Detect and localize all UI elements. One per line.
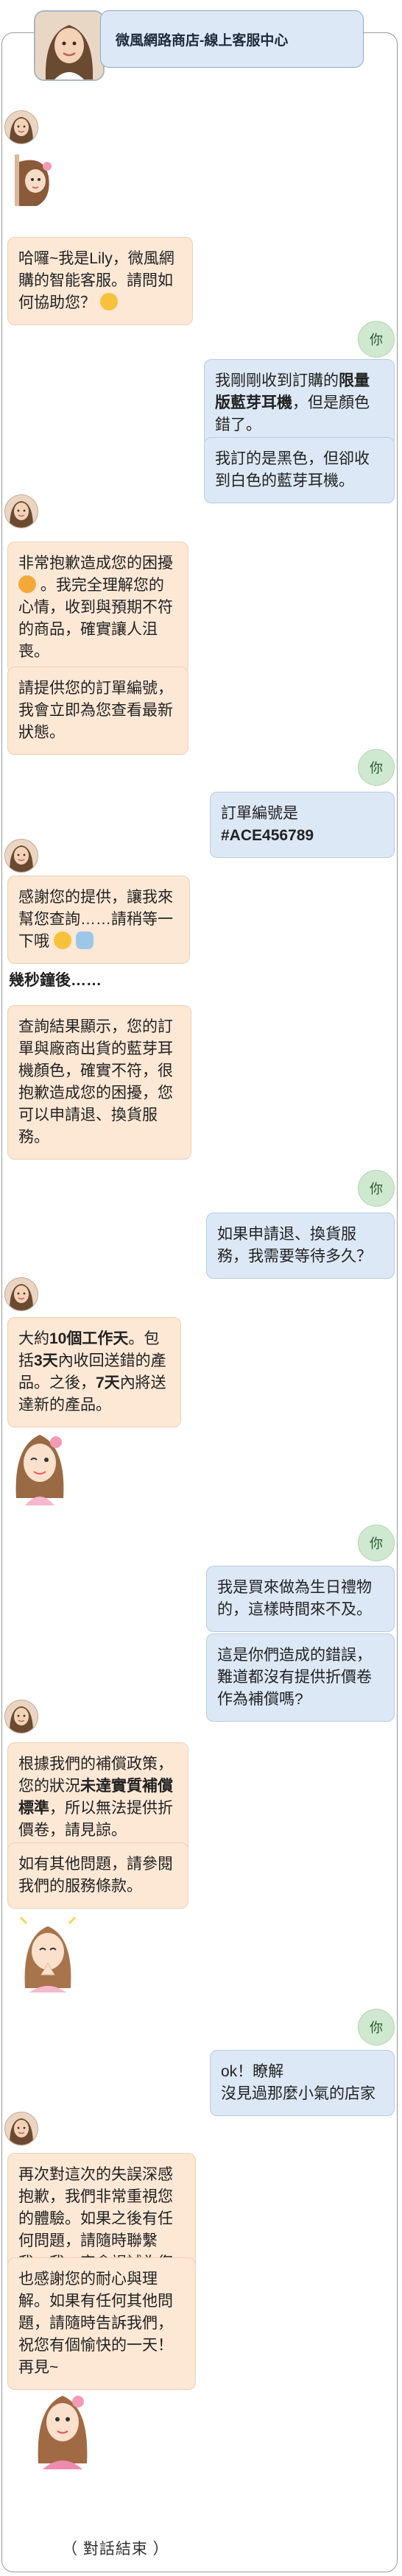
message-text: 也感謝您的耐心與理解。如果有任何其他問題，請隨時告訴我們，祝您有個愉快的一天！再… [18,2271,173,2376]
message-text: 我剛剛收到訂購的 [215,372,339,389]
agent-message: 查詢結果顯示，您的訂單與廠商出貨的藍芽耳機顏色，確實不符，很抱歉造成您的困擾，您… [7,1005,191,1160]
message-text: 如果申請退、換貨服務，我需要等待多久？ [217,1226,372,1265]
magnifier-emoji [75,932,94,949]
agent-avatar [4,110,38,144]
message-text: 我訂的是黑色，但卻收到白色的藍芽耳機。 [215,450,370,489]
message-text: 如有其他問題，請參閱我們的服務條款。 [18,1856,173,1895]
you-badge: 你 [358,749,395,786]
message-emphasis: 7天 [96,1374,120,1391]
message-text: 。我完全理解您的心情，收到與預期不符的商品，確實讓人沮喪。 [18,577,173,660]
smile-emoji [99,293,118,311]
message-text: 我是買來做為生日禮物的，這樣時間來不及。 [217,1579,372,1618]
message-emphasis: 3天 [34,1352,58,1369]
message-text: 請提供您的訂單編號，我會立即為您查看最新狀態。 [18,680,173,741]
order-number: #ACE456789 [221,827,314,844]
smile-emoji [53,932,71,949]
you-badge: 你 [358,1170,395,1207]
user-message: 我是買來做為生日禮物的，這樣時間來不及。 [206,1566,395,1632]
agent-message: 也感謝您的耐心與理解。如果有任何其他問題，請隨時告訴我們，祝您有個愉快的一天！再… [7,2257,196,2390]
agent-avatar [4,494,38,528]
agent-message: 請提供您的訂單編號，我會立即為您查看最新狀態。 [7,667,188,755]
message-text: 查詢結果顯示，您的訂單與廠商出貨的藍芽耳機顏色，確實不符，很抱歉造成您的困擾，您… [18,1018,173,1146]
user-message: ok！瞭解 沒見過那麼小氣的店家 [210,2050,395,2116]
agent-avatar [4,839,38,873]
agent-sorry-sticker [29,2381,96,2473]
message-text: 大約 [18,1330,49,1347]
user-message: 這是你們造成的錯誤，難道都沒有提供折價卷作為補償嗎? [206,1633,395,1722]
message-text: 非常抱歉造成您的困擾 [18,555,173,572]
user-message: 我剛剛收到訂購的限量版藍芽耳機，但是顏色錯了。 [204,359,395,447]
you-badge: 你 [358,1525,395,1561]
agent-message: 如有其他問題，請參閱我們的服務條款。 [7,1842,188,1909]
message-text: 訂單編號是 [221,805,298,822]
you-badge: 你 [358,321,395,358]
message-emphasis: 10個工作天 [49,1330,129,1347]
conversation-end: （ 對話結束 ） [62,2541,169,2558]
agent-avatar [4,2112,38,2146]
message-text: 感謝您的提供，讓我來幫您查詢……請稍等一下哦 [18,889,173,950]
agent-avatar [4,1700,38,1734]
agent-message: 大約10個工作天。包括3天內收回送錯的產品。之後，7天內將送達新的產品。 [7,1317,181,1427]
agent-avatar [4,1277,38,1311]
message-text: ok！瞭解 [221,2063,284,2080]
message-text: 哈囉~我是Lily，微風網購的智能客服。請問如何協助您？ [18,250,174,311]
agent-peek-sticker [15,155,56,210]
agent-avatar-large [34,10,105,81]
chat-title: 微風網路商店-線上客服中心 [100,10,364,68]
agent-message: 非常抱歉造成您的困擾 。我完全理解您的心情，收到與預期不符的商品，確實讓人沮喪。 [7,542,188,674]
message-text: 沒見過那麼小氣的店家 [221,2085,375,2102]
agent-pray-sticker [15,1912,81,1996]
user-message: 如果申請退、換貨服務，我需要等待多久？ [206,1213,395,1279]
agent-wink-sticker [10,1424,69,1509]
agent-message: 感謝您的提供，讓我來幫您查詢……請稍等一下哦 [7,876,190,964]
agent-message: 哈囉~我是Lily，微風網購的智能客服。請問如何協助您？ [7,237,193,325]
user-message: 訂單編號是 #ACE456789 [210,792,395,858]
you-badge: 你 [358,2009,395,2045]
agent-message: 根據我們的補償政策，您的狀況未達實質補償標準，所以無法提供折價卷，請見諒。 [7,1742,188,1853]
worried-face-emoji [18,575,36,593]
message-text: 這是你們造成的錯誤，難道都沒有提供折價卷作為補償嗎? [217,1647,372,1708]
user-message: 我訂的是黑色，但卻收到白色的藍芽耳機。 [204,437,395,503]
chat-header: 微風網路商店-線上客服中心 [34,10,365,81]
time-note: 幾秒鐘後…… [9,972,102,989]
